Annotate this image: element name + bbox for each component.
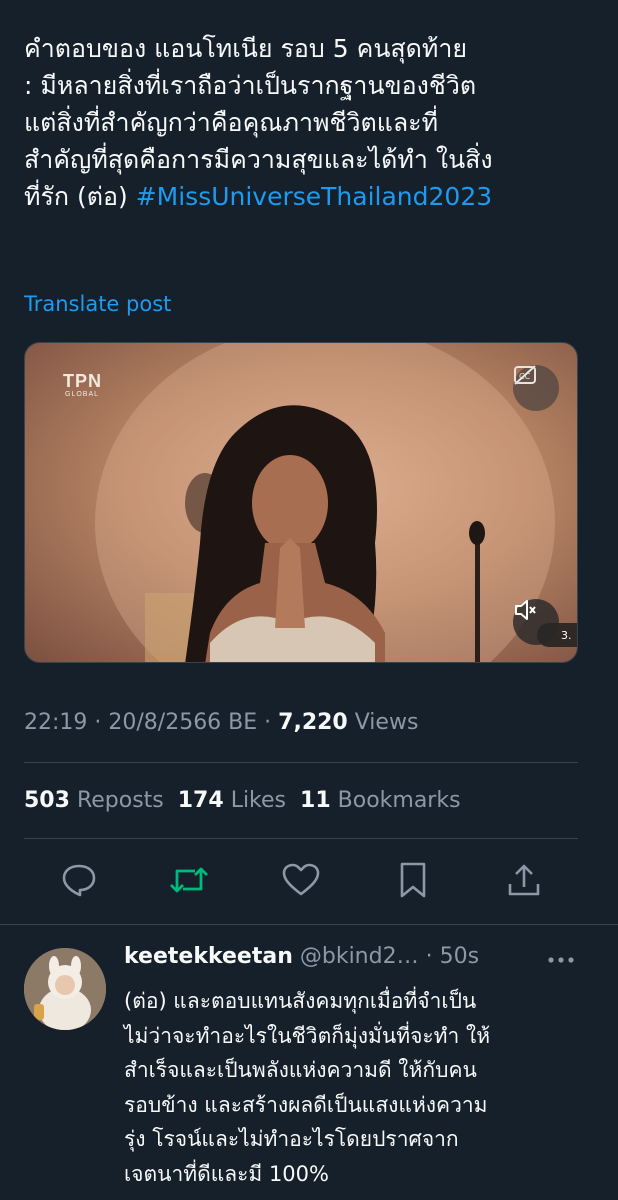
post-text-line: สำคัญที่สุดคือการมีความสุขและได้ทำ ในสิ่… — [24, 145, 493, 174]
action-bar — [0, 858, 618, 906]
captions-off-icon: CC — [514, 365, 536, 385]
reply-text-line: รุ่ง โรจน์และไม่ทำอะไรโดยปราศจาก — [124, 1127, 459, 1151]
reply-icon — [62, 864, 96, 897]
likes-stat[interactable]: 174 Likes — [178, 788, 286, 813]
post-text-prefix: ที่รัก (ต่อ) — [24, 182, 136, 211]
share-icon — [508, 864, 540, 896]
bookmarks-stat[interactable]: 11 Bookmarks — [300, 788, 461, 813]
post-meta: 22:19 · 20/8/2566 BE · 7,220 Views — [24, 710, 418, 735]
mute-button[interactable] — [513, 599, 559, 645]
reply-text-line: รอบข้าง และสร้างผลดีเป็นแสงแห่งความ — [124, 1092, 488, 1117]
reply-username[interactable]: keetekkeetan — [124, 944, 293, 969]
post-text-line: แต่สิ่งที่สำคัญกว่าคือคุณภาพชีวิตและที่ — [24, 108, 439, 137]
reply-text-line: ไม่ว่าจะทำอะไรในชีวิตก็มุ่งมั่นที่จะทำ ใ… — [124, 1023, 491, 1048]
post-text-line-last: ที่รัก (ต่อ) #MissUniverseThailand2023 — [24, 178, 594, 215]
reply-handle[interactable]: @bkind2… — [300, 944, 419, 969]
reposts-count: 503 — [24, 788, 70, 813]
repost-icon — [170, 867, 208, 893]
reply-text: (ต่อ) และตอบแทนสังคมทุกเมื่อที่จำเป็น ไม… — [124, 984, 594, 1191]
more-icon — [548, 957, 574, 963]
more-options-button[interactable] — [546, 950, 576, 970]
video-frame — [95, 343, 555, 662]
captions-off-button[interactable]: CC — [513, 365, 559, 411]
like-button[interactable] — [279, 858, 323, 902]
post-stats: 503 Reposts 174 Likes 11 Bookmarks — [24, 788, 461, 813]
reply-text-line: เจตนาที่ดีและมี 100% — [124, 1161, 329, 1186]
views-label: Views — [347, 710, 419, 735]
reply-header: keetekkeetan @bkind2… · 50s — [124, 944, 594, 969]
bookmark-button[interactable] — [391, 858, 435, 902]
translate-post-link[interactable]: Translate post — [24, 292, 171, 316]
views-count: 7,220 — [278, 710, 348, 735]
bookmarks-count: 11 — [300, 788, 331, 813]
avatar-image — [24, 948, 106, 1030]
repost-button[interactable] — [167, 858, 211, 902]
divider — [0, 924, 618, 925]
share-button[interactable] — [502, 858, 546, 902]
reply-button[interactable] — [57, 858, 101, 902]
tpn-logo-sub: GLOBAL — [65, 391, 100, 398]
tpn-logo: TPN — [63, 371, 102, 391]
bookmarks-label: Bookmarks — [337, 788, 461, 813]
like-icon — [282, 863, 320, 896]
divider — [24, 838, 578, 839]
reply-time: · 50s — [425, 944, 480, 969]
divider — [24, 762, 578, 763]
reposts-stat[interactable]: 503 Reposts — [24, 788, 164, 813]
avatar[interactable] — [24, 948, 106, 1030]
likes-count: 174 — [177, 788, 224, 813]
reply-text-line: สำเร็จและเป็นพลังแห่งความดี ให้กับคน — [124, 1058, 477, 1082]
viewers-count: 3. — [561, 628, 572, 642]
video-player[interactable]: TPN GLOBAL CC 3. — [24, 342, 578, 663]
reposts-label: Reposts — [76, 788, 164, 813]
likes-label: Likes — [230, 788, 287, 813]
post-timestamp[interactable]: 22:19 · 20/8/2566 BE · — [24, 710, 278, 735]
bookmark-icon — [400, 862, 426, 898]
mute-icon — [515, 600, 536, 620]
reply-text-line: (ต่อ) และตอบแทนสังคมทุกเมื่อที่จำเป็น — [124, 989, 477, 1013]
hashtag-link[interactable]: #MissUniverseThailand2023 — [136, 182, 492, 211]
post-text-line: : มีหลายสิ่งที่เราถือว่าเป็นรากฐานของชีว… — [24, 71, 477, 100]
post-text-line: คำตอบของ แอนโทเนีย รอบ 5 คนสุดท้าย — [24, 34, 468, 63]
post-text: คำตอบของ แอนโทเนีย รอบ 5 คนสุดท้าย : มีห… — [24, 30, 594, 215]
